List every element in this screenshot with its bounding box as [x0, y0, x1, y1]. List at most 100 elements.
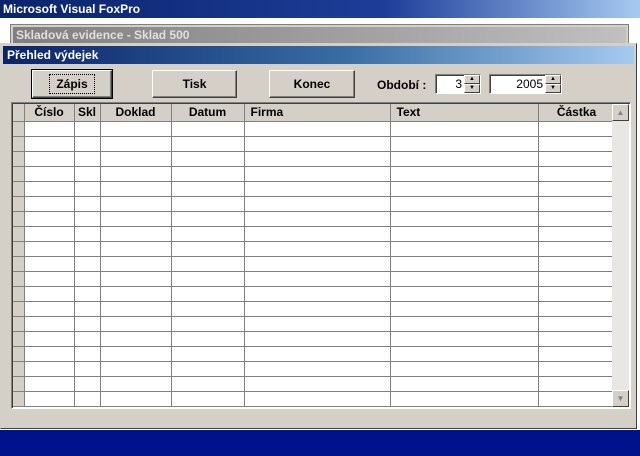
grid-cell[interactable]: [538, 196, 616, 212]
grid-cell[interactable]: [244, 136, 391, 152]
row-selector[interactable]: [13, 226, 25, 242]
table-row[interactable]: [13, 376, 616, 392]
grid-cell[interactable]: [538, 166, 616, 182]
grid-cell[interactable]: [244, 121, 391, 137]
grid-cell[interactable]: [390, 361, 539, 377]
grid-cell[interactable]: [100, 391, 172, 407]
grid-cell[interactable]: [538, 271, 616, 287]
grid-cell[interactable]: [390, 136, 539, 152]
grid-cell[interactable]: [171, 166, 245, 182]
grid-cell[interactable]: [390, 331, 539, 347]
grid-cell[interactable]: [171, 361, 245, 377]
grid-cell[interactable]: [24, 331, 75, 347]
grid-cell[interactable]: [74, 286, 101, 302]
row-selector[interactable]: [13, 391, 25, 407]
column-header-firma[interactable]: Firma: [244, 104, 391, 122]
grid-cell[interactable]: [244, 391, 391, 407]
grid-cell[interactable]: [390, 271, 539, 287]
grid-cell[interactable]: [171, 301, 245, 317]
down-arrow-icon[interactable]: ▼: [545, 84, 561, 93]
table-row[interactable]: [13, 136, 616, 152]
grid-cell[interactable]: [74, 151, 101, 167]
grid-cell[interactable]: [538, 136, 616, 152]
month-spinner[interactable]: 3 ▲ ▼: [435, 74, 481, 94]
down-arrow-icon[interactable]: ▼: [464, 84, 480, 93]
grid-cell[interactable]: [244, 196, 391, 212]
table-row[interactable]: [13, 151, 616, 167]
grid-cell[interactable]: [390, 346, 539, 362]
grid-cell[interactable]: [74, 346, 101, 362]
issues-grid[interactable]: Číslo Skl Doklad Datum Firma Text Částka…: [11, 102, 631, 409]
grid-cell[interactable]: [390, 286, 539, 302]
grid-cell[interactable]: [244, 166, 391, 182]
grid-cell[interactable]: [390, 226, 539, 242]
grid-cell[interactable]: [100, 151, 172, 167]
grid-cell[interactable]: [74, 271, 101, 287]
table-row[interactable]: [13, 166, 616, 182]
grid-cell[interactable]: [74, 316, 101, 332]
grid-cell[interactable]: [390, 151, 539, 167]
grid-cell[interactable]: [171, 376, 245, 392]
grid-cell[interactable]: [244, 331, 391, 347]
grid-cell[interactable]: [390, 256, 539, 272]
scroll-down-icon[interactable]: ▼: [612, 390, 629, 407]
grid-cell[interactable]: [538, 361, 616, 377]
grid-cell[interactable]: [390, 121, 539, 137]
grid-cell[interactable]: [74, 166, 101, 182]
grid-cell[interactable]: [390, 211, 539, 227]
grid-cell[interactable]: [171, 151, 245, 167]
grid-cell[interactable]: [74, 196, 101, 212]
row-selector[interactable]: [13, 181, 25, 197]
grid-cell[interactable]: [24, 136, 75, 152]
grid-cell[interactable]: [171, 241, 245, 257]
grid-cell[interactable]: [390, 196, 539, 212]
grid-cell[interactable]: [171, 196, 245, 212]
row-selector[interactable]: [13, 256, 25, 272]
grid-cell[interactable]: [390, 166, 539, 182]
table-row[interactable]: [13, 301, 616, 317]
grid-cell[interactable]: [24, 166, 75, 182]
grid-cell[interactable]: [74, 136, 101, 152]
grid-cell[interactable]: [244, 271, 391, 287]
grid-cell[interactable]: [538, 211, 616, 227]
grid-cell[interactable]: [244, 376, 391, 392]
grid-cell[interactable]: [74, 256, 101, 272]
row-selector[interactable]: [13, 211, 25, 227]
grid-cell[interactable]: [100, 121, 172, 137]
grid-cell[interactable]: [100, 376, 172, 392]
table-row[interactable]: [13, 346, 616, 362]
grid-cell[interactable]: [171, 256, 245, 272]
grid-cell[interactable]: [24, 151, 75, 167]
grid-cell[interactable]: [100, 271, 172, 287]
grid-cell[interactable]: [244, 226, 391, 242]
grid-cell[interactable]: [100, 226, 172, 242]
column-header-doklad[interactable]: Doklad: [100, 104, 172, 122]
grid-cell[interactable]: [244, 316, 391, 332]
grid-cell[interactable]: [390, 316, 539, 332]
grid-cell[interactable]: [24, 286, 75, 302]
grid-cell[interactable]: [244, 301, 391, 317]
grid-cell[interactable]: [100, 196, 172, 212]
grid-cell[interactable]: [24, 376, 75, 392]
column-header-skl[interactable]: Skl: [74, 104, 101, 122]
grid-cell[interactable]: [538, 256, 616, 272]
year-spinner[interactable]: 2005 ▲ ▼: [489, 74, 562, 94]
month-value[interactable]: 3: [455, 77, 462, 91]
row-selector[interactable]: [13, 151, 25, 167]
grid-cell[interactable]: [244, 151, 391, 167]
grid-cell[interactable]: [538, 391, 616, 407]
grid-cell[interactable]: [171, 391, 245, 407]
grid-cell[interactable]: [24, 226, 75, 242]
row-selector[interactable]: [13, 271, 25, 287]
grid-cell[interactable]: [100, 211, 172, 227]
grid-cell[interactable]: [390, 376, 539, 392]
grid-cell[interactable]: [24, 346, 75, 362]
row-selector[interactable]: [13, 196, 25, 212]
row-selector[interactable]: [13, 136, 25, 152]
table-row[interactable]: [13, 316, 616, 332]
grid-cell[interactable]: [244, 211, 391, 227]
grid-cell[interactable]: [244, 241, 391, 257]
grid-cell[interactable]: [100, 166, 172, 182]
grid-cell[interactable]: [171, 121, 245, 137]
grid-cell[interactable]: [538, 181, 616, 197]
